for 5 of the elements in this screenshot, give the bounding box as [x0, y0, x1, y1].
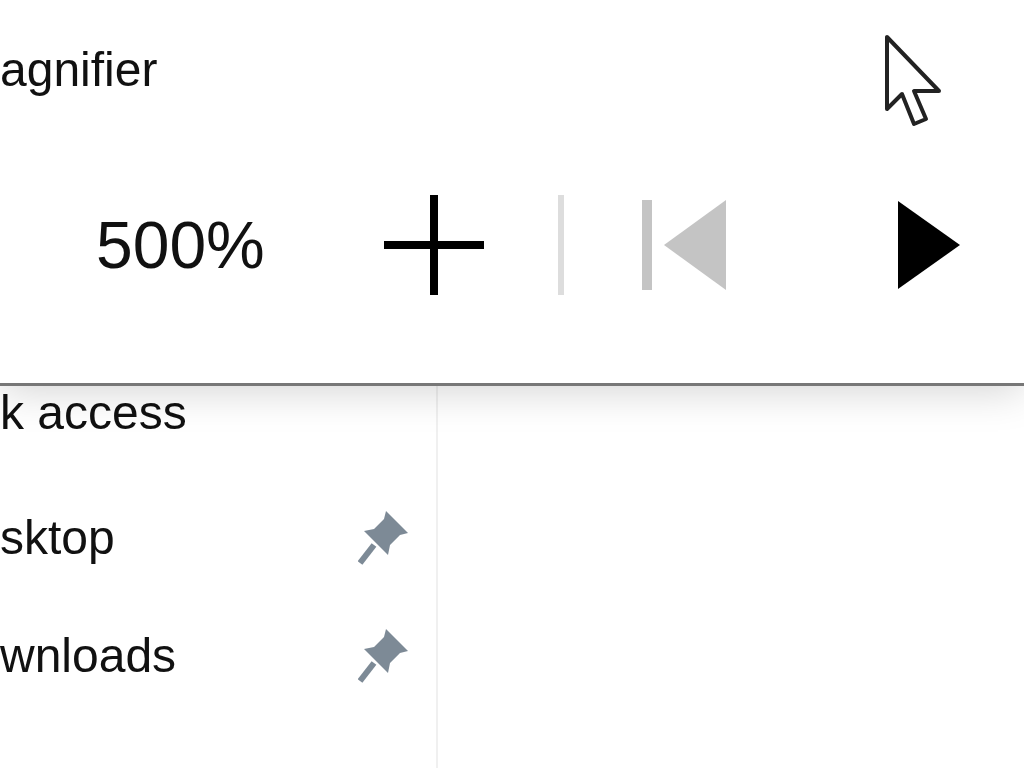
nav-item[interactable]: wnloads	[0, 627, 177, 683]
nav-item[interactable]: sktop	[0, 509, 115, 565]
zoom-level: 500%	[96, 207, 266, 283]
window-title: agnifier	[0, 42, 158, 97]
quick-access-label[interactable]: k access	[0, 388, 436, 438]
